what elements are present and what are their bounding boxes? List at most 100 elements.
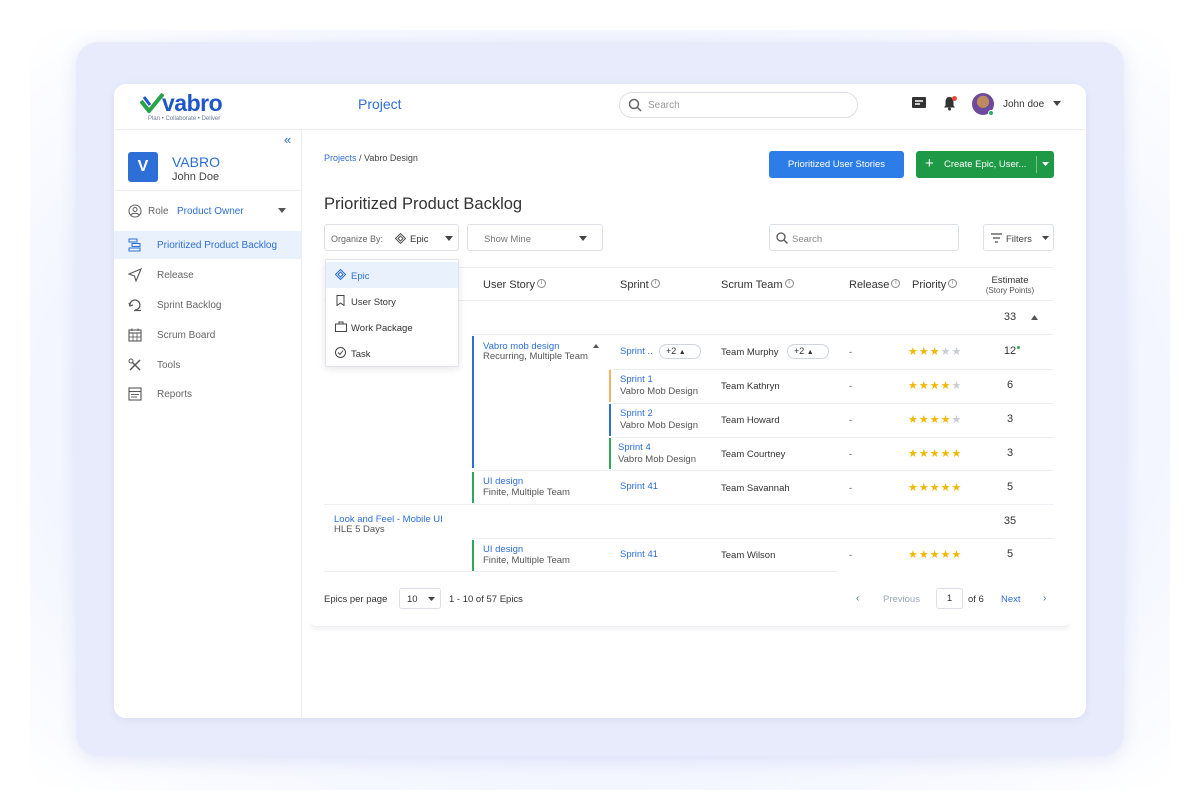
page-number-input[interactable]: 1 <box>936 588 963 609</box>
epic-icon <box>335 269 346 280</box>
estimate-value: 6 <box>1006 379 1014 391</box>
header-estimate-sub: (Story Points) <box>985 286 1035 295</box>
user-name[interactable]: John doe <box>1003 99 1044 110</box>
epic-total-estimate: 35 <box>1003 515 1017 527</box>
caret-down-icon[interactable] <box>278 208 286 213</box>
top-bar: vabro Plan • Collaborate • Deliver Proje… <box>114 84 1086 130</box>
sprint-link[interactable]: Sprint 41 <box>620 481 658 492</box>
info-icon[interactable]: i <box>891 279 901 288</box>
collapse-up-icon[interactable] <box>593 344 599 348</box>
organize-by-select[interactable]: Organize By: Epic <box>324 224 459 251</box>
scrum-team: Team Wilson <box>721 550 776 561</box>
role-select[interactable]: Product Owner <box>177 206 244 217</box>
epic-subtitle: HLE 5 Days <box>334 524 385 535</box>
header-scrum-team-label: Scrum Team <box>721 279 783 291</box>
dropdown-item-label: Task <box>351 349 371 360</box>
logo-check-icon <box>140 93 164 113</box>
sidebar-divider <box>114 190 302 191</box>
sidebar-item-prioritized-product-backlog[interactable]: Prioritized Product Backlog <box>114 231 302 259</box>
sprint-subtitle: Vabro Mob Design <box>620 386 698 397</box>
dropdown-item-label: Epic <box>351 271 370 282</box>
message-icon[interactable] <box>911 96 927 110</box>
table-search-input[interactable]: Search <box>769 224 959 251</box>
chevron-left-icon[interactable]: ‹ <box>856 593 859 604</box>
logo[interactable]: vabro Plan • Collaborate • Deliver <box>140 90 250 124</box>
sprint-more-badge[interactable]: +2 ▲ <box>659 344 701 359</box>
sidebar-item-tools[interactable]: Tools <box>114 351 302 379</box>
caret-down-icon <box>428 597 435 601</box>
show-mine-label: Show Mine <box>484 234 531 245</box>
priority-stars[interactable]: ★★★★★ <box>908 548 962 561</box>
info-icon[interactable]: i <box>784 279 794 288</box>
sprint-link[interactable]: Sprint .. <box>620 346 653 357</box>
epic-icon <box>395 233 406 244</box>
next-button[interactable]: Next <box>1001 594 1021 605</box>
caret-down-icon[interactable] <box>1042 162 1049 166</box>
header-priority: Priority i <box>912 279 958 291</box>
epic-total-estimate: 33 <box>1003 311 1017 323</box>
priority-stars[interactable]: ★★★★★ <box>908 379 962 392</box>
organize-by-dropdown: Epic User Story Work Package Task <box>325 259 459 367</box>
create-button[interactable]: + Create Epic, User... <box>916 151 1054 178</box>
sidebar-item-label: Sprint Backlog <box>157 300 222 311</box>
collapse-sidebar-icon[interactable]: « <box>284 132 291 147</box>
previous-button[interactable]: Previous <box>883 594 920 605</box>
team-more-badge[interactable]: +2 ▲ <box>787 344 829 359</box>
send-icon <box>128 268 142 282</box>
tools-icon <box>128 358 141 371</box>
sprint-link[interactable]: Sprint 4 <box>618 442 651 453</box>
row-divider <box>472 538 1054 539</box>
collapse-up-icon[interactable] <box>1031 315 1038 320</box>
show-mine-select[interactable]: Show Mine <box>467 224 603 251</box>
sidebar-item-sprint-backlog[interactable]: Sprint Backlog <box>114 291 302 319</box>
header-user-story-label: User Story <box>483 279 535 291</box>
breadcrumb-projects-link[interactable]: Projects <box>324 153 357 163</box>
scrum-team: Team Kathryn <box>721 381 780 392</box>
row-divider <box>324 571 837 572</box>
caret-down-icon[interactable] <box>1053 101 1061 106</box>
header-release: Release i <box>849 279 901 291</box>
info-icon[interactable]: i <box>536 279 546 288</box>
dropdown-item-epic[interactable]: Epic <box>326 262 458 288</box>
chevron-right-icon[interactable]: › <box>1043 593 1046 604</box>
dropdown-item-work-package[interactable]: Work Package <box>326 314 458 340</box>
header-estimate: Estimate (Story Points) <box>980 275 1040 295</box>
priority-stars[interactable]: ★★★★★ <box>908 413 962 426</box>
priority-stars[interactable]: ★★★★★ <box>908 447 962 460</box>
user-story-subtitle: Finite, Multiple Team <box>483 487 570 498</box>
sidebar-item-label: Reports <box>157 389 193 400</box>
prioritized-user-stories-button[interactable]: Prioritized User Stories <box>769 151 904 178</box>
caret-down-icon <box>579 236 587 241</box>
per-page-select[interactable]: 10 <box>399 588 441 609</box>
sidebar-item-label: Scrum Board <box>157 330 216 341</box>
row-divider <box>609 403 1054 404</box>
sprint-link[interactable]: Sprint 1 <box>620 374 653 385</box>
story-bar <box>472 336 474 468</box>
user-story-title[interactable]: UI design <box>483 476 523 487</box>
table-search-placeholder: Search <box>792 234 823 245</box>
breadcrumb-current: Vabro Design <box>364 153 418 163</box>
info-icon[interactable]: i <box>948 279 958 288</box>
sidebar-item-scrum-board[interactable]: Scrum Board <box>114 321 302 349</box>
plus-icon: + <box>925 155 934 172</box>
story-bar <box>472 472 474 503</box>
sprint-link[interactable]: Sprint 41 <box>620 549 658 560</box>
logo-text: vabro <box>162 90 223 116</box>
dropdown-item-user-story[interactable]: User Story <box>326 288 458 314</box>
dropdown-item-task[interactable]: Task <box>326 340 458 366</box>
priority-stars[interactable]: ★★★★★ <box>908 345 962 358</box>
status-dot <box>1017 346 1020 349</box>
global-search-input[interactable]: Search <box>619 92 858 118</box>
role-label: Role <box>148 206 169 217</box>
user-story-title[interactable]: UI design <box>483 544 523 555</box>
search-placeholder: Search <box>648 100 680 111</box>
filters-button[interactable]: Filters <box>983 224 1054 251</box>
priority-stars[interactable]: ★★★★★ <box>908 481 962 494</box>
sidebar-item-reports[interactable]: Reports <box>114 380 302 408</box>
info-icon[interactable]: i <box>650 279 660 288</box>
row-divider <box>472 334 1054 335</box>
backlog-icon <box>128 238 141 252</box>
sidebar-item-release[interactable]: Release <box>114 261 302 289</box>
sprint-link[interactable]: Sprint 2 <box>620 408 653 419</box>
breadcrumb: Projects / Vabro Design <box>324 153 418 163</box>
